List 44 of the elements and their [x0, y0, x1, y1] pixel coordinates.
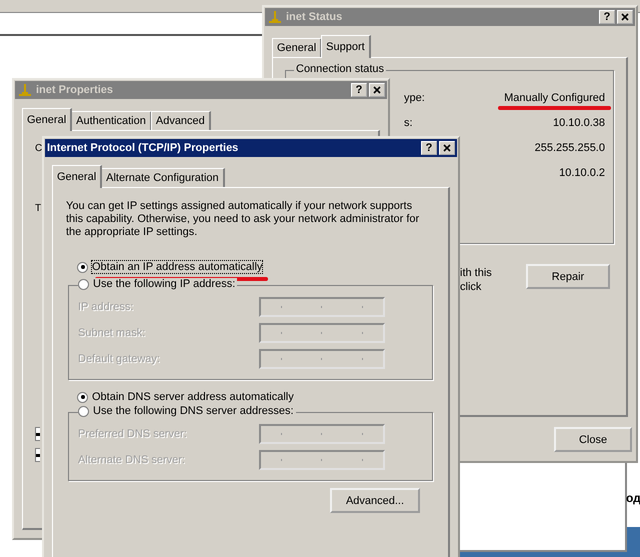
group-label: Connection status	[294, 63, 386, 75]
ip-address-field[interactable]	[259, 349, 385, 369]
network-icon	[17, 82, 33, 98]
field-label: s:	[404, 116, 413, 128]
field-value: 10.10.0.2	[559, 166, 605, 178]
field-value: 10.10.0.38	[553, 116, 605, 128]
repair-button[interactable]: Repair	[526, 264, 610, 289]
help-button[interactable]: ?	[421, 141, 437, 155]
option-label[interactable]: Obtain an IP address automatically	[92, 261, 262, 273]
label-text: C	[35, 143, 42, 154]
close-button[interactable]	[439, 141, 455, 155]
window-title: inet Properties	[36, 84, 114, 96]
tab[interactable]: General	[272, 38, 322, 57]
network-icon	[267, 9, 283, 25]
radio-button[interactable]	[77, 392, 88, 402]
tab[interactable]: Advanced	[150, 111, 211, 130]
radio-button[interactable]	[78, 278, 89, 290]
tab[interactable]: General	[22, 108, 72, 131]
tab[interactable]: General	[52, 165, 102, 188]
radio-button[interactable]	[77, 262, 88, 272]
tab[interactable]: Alternate Configuration	[101, 168, 225, 187]
description-text: You can get IP settings assigned automatically if your network supports this capability. Otherwise, you need to ask your network administrator for the appropriate IP settings.	[66, 200, 420, 239]
ip-address-field[interactable]	[259, 323, 385, 343]
close-button[interactable]: Close	[554, 427, 632, 452]
ip-address-field[interactable]	[259, 424, 385, 444]
label-text: T	[35, 203, 42, 214]
window-title: Internet Protocol (TCP/IP) Properties	[47, 142, 238, 154]
option-label[interactable]: Obtain DNS server address automatically	[92, 391, 294, 403]
advanced-button[interactable]: Advanced...	[330, 488, 420, 513]
tab[interactable]: Authentication	[71, 111, 152, 130]
checkbox[interactable]	[35, 448, 40, 462]
field-value: Manually Configured	[504, 92, 605, 104]
close-icon	[621, 13, 629, 21]
field-value: 255.255.255.0	[534, 142, 605, 154]
help-text: ith this click	[460, 266, 492, 294]
radio-button[interactable]	[78, 406, 89, 416]
ip-address-field[interactable]	[259, 297, 385, 317]
close-icon	[443, 144, 451, 152]
checkbox[interactable]	[35, 427, 40, 441]
tab[interactable]: Support	[321, 35, 371, 58]
field-label: ype:	[404, 92, 425, 104]
ip-address-field[interactable]	[259, 450, 385, 470]
close-icon	[373, 86, 381, 94]
window-title: inet Status	[286, 11, 342, 23]
